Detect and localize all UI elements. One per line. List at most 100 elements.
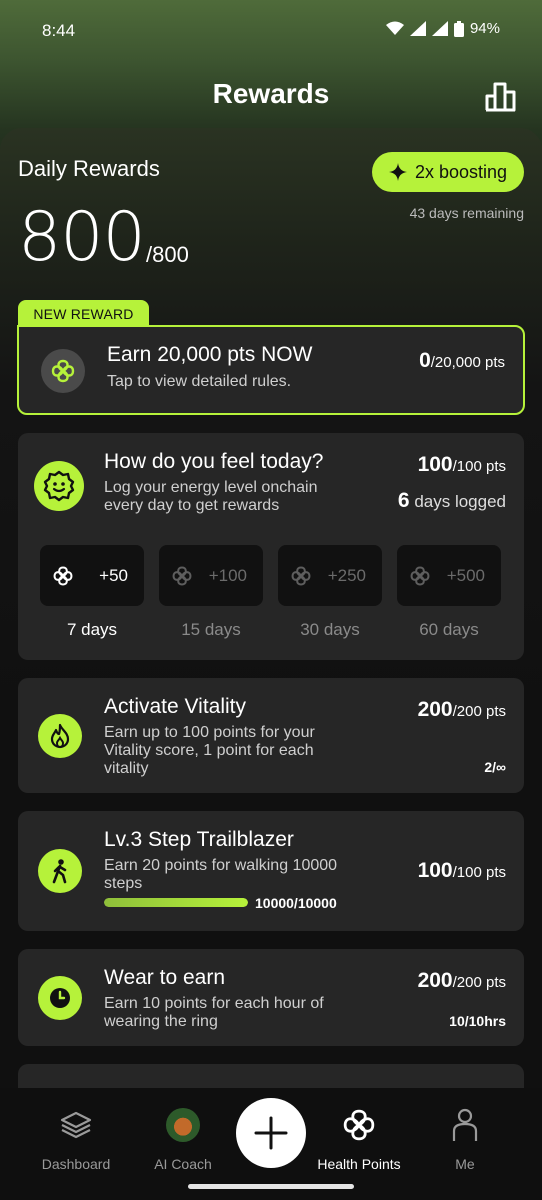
steps-progress-bar bbox=[104, 898, 248, 907]
vitality-points: 200/200 pts bbox=[418, 698, 506, 722]
rewards-panel: Daily Rewards 800 /800 2x boosting 43 da… bbox=[0, 128, 542, 1088]
feel-points: 100/100 pts bbox=[418, 453, 506, 477]
wear-points-current: 200 bbox=[417, 969, 453, 992]
streak-bonus: +500 bbox=[446, 565, 485, 585]
signal-icon-2 bbox=[431, 21, 448, 36]
battery-icon bbox=[453, 20, 464, 37]
vitality-points-total: /200 pts bbox=[452, 703, 506, 720]
daily-rewards-title: Daily Rewards bbox=[18, 156, 160, 181]
status-icons: 94% bbox=[385, 20, 500, 37]
streak-label: 15 days bbox=[181, 620, 241, 639]
new-reward-points-current: 0 bbox=[419, 349, 431, 372]
streak-bonus: +50 bbox=[99, 565, 128, 585]
boost-label: 2x boosting bbox=[414, 161, 508, 182]
streak-tiles: +50 7 days +100 15 days +250 30 days +50… bbox=[40, 545, 501, 639]
vitality-card[interactable]: Activate Vitality Earn up to 100 points … bbox=[18, 678, 524, 793]
plus-icon bbox=[254, 1116, 288, 1150]
new-reward-points-total: /20,000 pts bbox=[430, 354, 505, 371]
avatar bbox=[166, 1108, 200, 1142]
health-points-icon bbox=[299, 1106, 419, 1144]
sparkle-icon bbox=[388, 163, 407, 181]
new-reward-card[interactable]: Earn 20,000 pts NOW Tap to view detailed… bbox=[17, 325, 525, 415]
wear-points-total: /200 pts bbox=[452, 974, 506, 991]
streak-label: 30 days bbox=[300, 620, 360, 639]
steps-title: Lv.3 Step Trailblazer bbox=[104, 828, 294, 851]
bar-chart-icon[interactable] bbox=[484, 80, 518, 112]
battery-level: 94% bbox=[469, 20, 500, 37]
vitality-count: 2/∞ bbox=[484, 759, 506, 775]
steps-progress-text: 10000/10000 bbox=[255, 895, 337, 911]
days-logged-label: days logged bbox=[409, 492, 506, 511]
wifi-icon bbox=[385, 21, 404, 35]
wear-desc-line2: wearing the ring bbox=[104, 1013, 218, 1030]
steps-desc-line2: steps bbox=[104, 875, 143, 892]
steps-progress-fill bbox=[104, 898, 248, 907]
streak-tile-15[interactable]: +100 15 days bbox=[159, 545, 263, 639]
coach-avatar-icon bbox=[123, 1106, 243, 1144]
health-points-icon bbox=[291, 566, 311, 585]
streak-tile-30[interactable]: +250 30 days bbox=[278, 545, 382, 639]
streak-label: 7 days bbox=[66, 620, 118, 639]
status-bar: 8:44 94% bbox=[0, 0, 542, 62]
next-reward-card[interactable] bbox=[18, 1064, 524, 1088]
health-points-icon bbox=[53, 566, 73, 585]
smiley-badge-icon bbox=[34, 461, 84, 511]
streak-tile-60[interactable]: +500 60 days bbox=[397, 545, 501, 639]
new-reward-points: 0/20,000 pts bbox=[419, 349, 505, 373]
status-time: 8:44 bbox=[42, 21, 76, 40]
nav-label: Me bbox=[455, 1156, 475, 1172]
nav-label: AI Coach bbox=[154, 1156, 212, 1172]
nav-label: Health Points bbox=[317, 1156, 401, 1172]
page-title: Rewards bbox=[212, 78, 330, 109]
streak-bonus: +250 bbox=[327, 565, 366, 585]
days-remaining: 43 days remaining bbox=[409, 205, 524, 221]
nav-ai-coach[interactable]: AI Coach bbox=[123, 1106, 243, 1172]
feel-points-current: 100 bbox=[417, 453, 453, 476]
feel-card[interactable]: How do you feel today? Log your energy l… bbox=[18, 433, 524, 660]
steps-points-total: /100 pts bbox=[452, 864, 506, 881]
boost-button[interactable]: 2x boosting bbox=[372, 152, 524, 192]
steps-card[interactable]: Lv.3 Step Trailblazer Earn 20 points for… bbox=[18, 811, 524, 931]
nav-label: Dashboard bbox=[41, 1156, 111, 1172]
wear-hours: 10/10hrs bbox=[449, 1013, 506, 1029]
walking-icon bbox=[38, 849, 82, 893]
days-logged: 6 days logged bbox=[398, 489, 506, 513]
new-reward-title: Earn 20,000 pts NOW bbox=[107, 343, 313, 366]
home-indicator[interactable] bbox=[188, 1184, 354, 1189]
add-button[interactable] bbox=[236, 1098, 306, 1168]
health-points-icon bbox=[410, 566, 430, 585]
new-reward-subtitle: Tap to view detailed rules. bbox=[107, 373, 292, 390]
vitality-desc-line1: Earn up to 100 points for your bbox=[104, 724, 315, 741]
streak-bonus: +100 bbox=[208, 565, 247, 585]
signal-icon bbox=[409, 21, 426, 36]
feel-desc-line1: Log your energy level onchain bbox=[104, 479, 318, 496]
person-icon bbox=[405, 1106, 525, 1144]
vitality-title: Activate Vitality bbox=[104, 695, 247, 718]
vitality-desc-line2: Vitality score, 1 point for each bbox=[104, 742, 314, 759]
flame-icon bbox=[38, 714, 82, 758]
feel-title: How do you feel today? bbox=[104, 450, 324, 473]
health-points-icon bbox=[172, 566, 192, 585]
new-reward-tag: NEW REWARD bbox=[18, 300, 149, 327]
feel-desc-line2: every day to get rewards bbox=[104, 497, 280, 514]
wear-desc-line1: Earn 10 points for each hour of bbox=[104, 995, 324, 1012]
nav-dashboard[interactable]: Dashboard bbox=[16, 1106, 136, 1172]
days-logged-count: 6 bbox=[397, 489, 410, 512]
wear-title: Wear to earn bbox=[104, 966, 226, 989]
streak-tile-7[interactable]: +50 7 days bbox=[40, 545, 144, 639]
daily-max: /800 bbox=[146, 242, 189, 267]
steps-points-current: 100 bbox=[417, 859, 453, 882]
vitality-points-current: 200 bbox=[417, 698, 453, 721]
health-points-icon bbox=[41, 349, 85, 393]
layers-icon bbox=[16, 1106, 136, 1144]
wear-points: 200/200 pts bbox=[418, 969, 506, 993]
vitality-desc-line3: vitality bbox=[104, 760, 149, 777]
rewards-screen: 8:44 94% Rewards Daily Rewards 800 /800 … bbox=[0, 0, 542, 1200]
clock-icon bbox=[38, 976, 82, 1020]
wear-card[interactable]: Wear to earn Earn 10 points for each hou… bbox=[18, 949, 524, 1046]
streak-label: 60 days bbox=[419, 620, 479, 639]
feel-points-total: /100 pts bbox=[452, 458, 506, 475]
nav-health-points[interactable]: Health Points bbox=[299, 1106, 419, 1172]
steps-desc-line1: Earn 20 points for walking 10000 bbox=[104, 857, 338, 874]
nav-me[interactable]: Me bbox=[405, 1106, 525, 1172]
